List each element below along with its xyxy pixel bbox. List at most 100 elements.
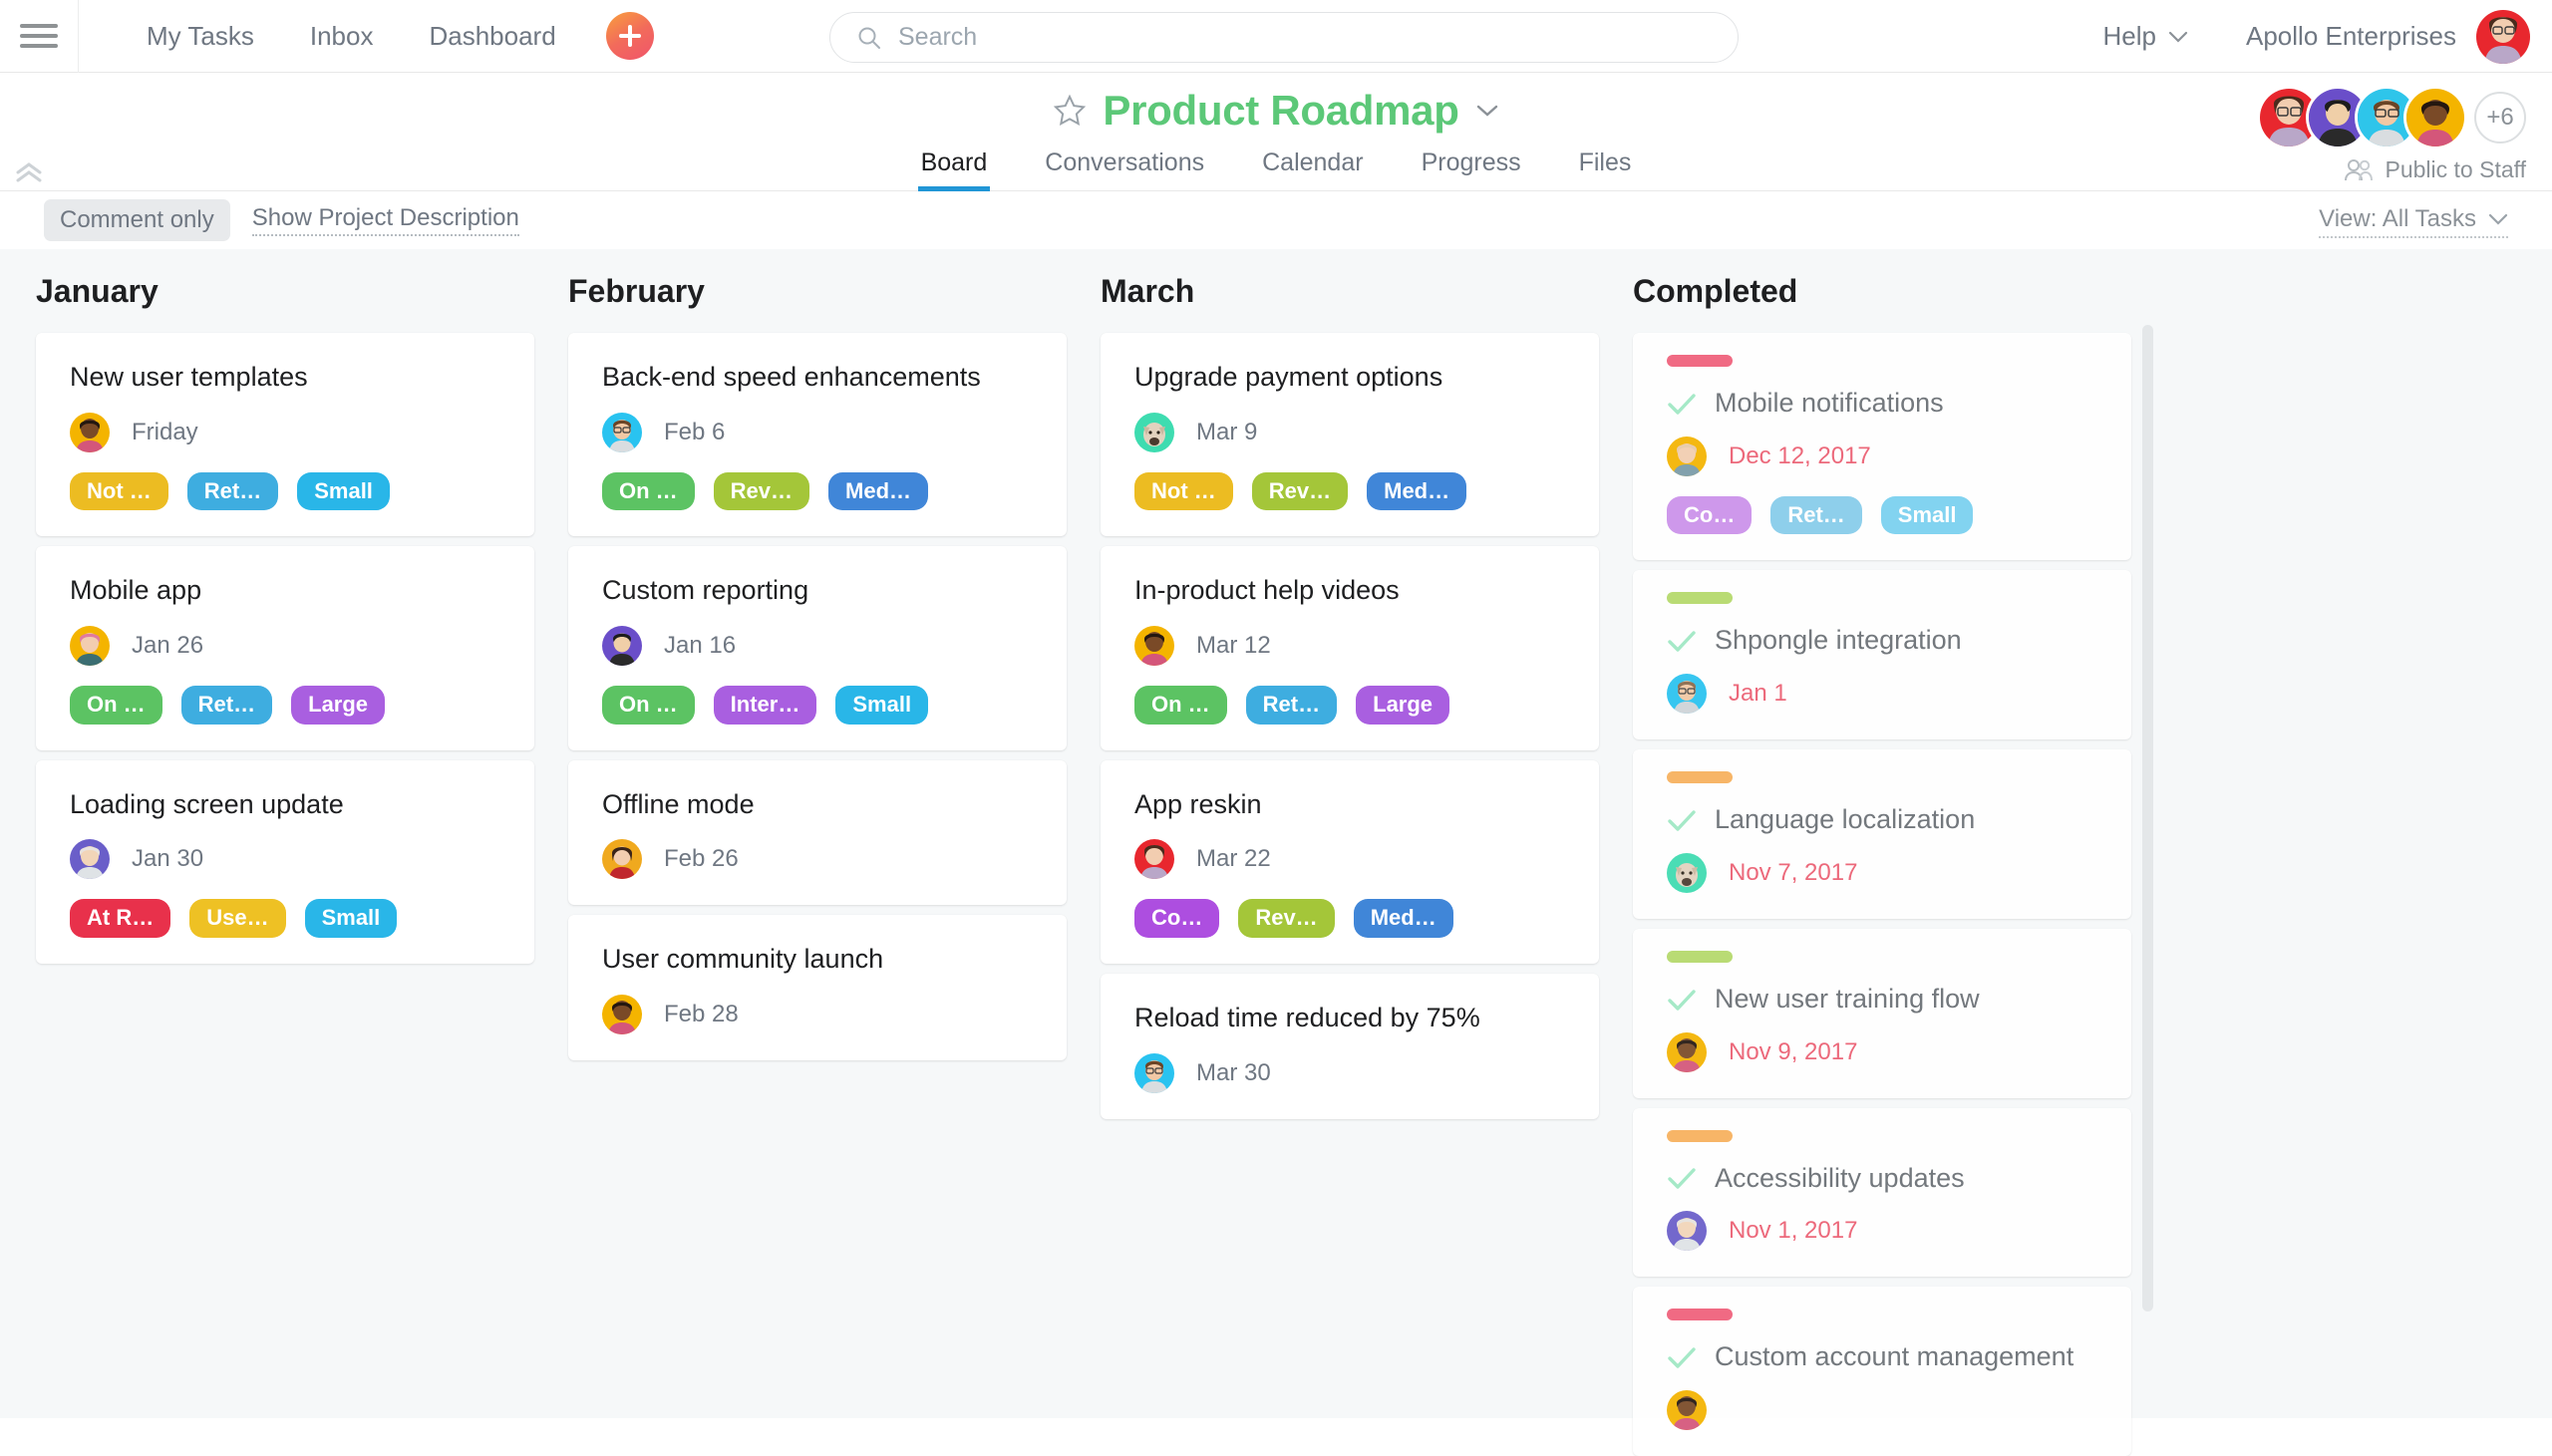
check-icon[interactable] (1667, 629, 1697, 653)
task-due-date: Jan 30 (132, 845, 203, 873)
show-project-description-link[interactable]: Show Project Description (252, 204, 519, 236)
members-overflow-badge[interactable]: +6 (2474, 92, 2526, 144)
task-tag[interactable]: Small (835, 686, 928, 725)
task-card[interactable]: In-product help videos Mar 12 On … Ret… … (1101, 546, 1599, 749)
task-tag[interactable]: Ret… (181, 686, 272, 725)
task-card[interactable]: Custom reporting Jan 16 On … Inter… Smal… (568, 546, 1067, 749)
task-card[interactable]: Custom account management (1633, 1287, 2131, 1456)
task-tag[interactable]: Small (297, 472, 390, 511)
tab-progress[interactable]: Progress (1393, 148, 1550, 191)
task-meta (1667, 1390, 2097, 1430)
task-tag[interactable]: On … (602, 686, 695, 725)
tab-calendar[interactable]: Calendar (1233, 148, 1392, 191)
task-card[interactable]: Reload time reduced by 75% Mar 30 (1101, 974, 1599, 1119)
avatar[interactable] (70, 626, 110, 666)
task-tag[interactable]: Use… (189, 899, 285, 938)
task-card[interactable]: Offline mode Feb 26 (568, 760, 1067, 906)
task-tag[interactable]: On … (70, 686, 162, 725)
task-tag[interactable]: At R… (70, 899, 170, 938)
avatar[interactable] (1134, 626, 1174, 666)
task-card[interactable]: Upgrade payment options Mar 9 Not … Rev…… (1101, 333, 1599, 536)
task-meta: Mar 9 (1134, 413, 1565, 452)
avatar[interactable] (602, 626, 642, 666)
task-tag[interactable]: Co… (1667, 496, 1752, 535)
avatar[interactable] (1667, 1211, 1707, 1251)
avatar[interactable] (1667, 853, 1707, 893)
task-tag[interactable]: Med… (828, 472, 928, 511)
nav-item-dashboard[interactable]: Dashboard (401, 21, 583, 52)
view-selector[interactable]: View: All Tasks (2319, 205, 2508, 238)
task-tag[interactable]: Rev… (1238, 899, 1334, 938)
check-icon[interactable] (1667, 392, 1697, 416)
task-tag[interactable]: Rev… (714, 472, 809, 511)
task-tag[interactable]: Ret… (1770, 496, 1861, 535)
check-icon[interactable] (1667, 808, 1697, 832)
task-tag[interactable]: Not … (1134, 472, 1233, 511)
task-tag[interactable]: Ret… (1246, 686, 1337, 725)
task-card[interactable]: Shpongle integration Jan 1 (1633, 570, 2131, 739)
task-card[interactable]: New user templates Friday Not … Ret… Sma… (36, 333, 534, 536)
avatar[interactable] (1667, 674, 1707, 714)
task-tag[interactable]: Med… (1367, 472, 1466, 511)
nav-item-inbox[interactable]: Inbox (282, 21, 402, 52)
plus-icon[interactable] (606, 12, 654, 60)
task-card[interactable]: Mobile app Jan 26 On … Ret… Large (36, 546, 534, 749)
avatar[interactable] (1134, 1053, 1174, 1093)
task-tag[interactable]: Large (1356, 686, 1449, 725)
task-tag[interactable]: Ret… (187, 472, 278, 511)
avatar[interactable] (2476, 10, 2530, 64)
organization-name[interactable]: Apollo Enterprises (2246, 21, 2456, 52)
task-tag[interactable]: On … (602, 472, 695, 511)
chevron-down-icon[interactable] (1475, 104, 1499, 118)
task-card[interactable]: Loading screen update Jan 30 At R… Use… … (36, 760, 534, 964)
check-icon[interactable] (1667, 1166, 1697, 1190)
tab-files[interactable]: Files (1550, 148, 1661, 191)
task-card[interactable]: Accessibility updates Nov 1, 2017 (1633, 1108, 2131, 1278)
task-title-row: Accessibility updates (1667, 1162, 2097, 1196)
double-chevron-up-icon[interactable] (14, 161, 44, 183)
task-tag[interactable]: Inter… (714, 686, 817, 725)
task-tag[interactable]: Co… (1134, 899, 1219, 938)
task-tag[interactable]: On … (1134, 686, 1227, 725)
task-card[interactable]: Language localization Nov 7, 2017 (1633, 749, 2131, 919)
task-due-date: Feb 28 (664, 1001, 739, 1028)
search-input[interactable]: Search (829, 12, 1739, 63)
hamburger-icon[interactable] (20, 22, 58, 50)
nav-item-my-tasks[interactable]: My Tasks (119, 21, 282, 52)
task-card[interactable]: User community launch Feb 28 (568, 915, 1067, 1060)
avatar[interactable] (2406, 89, 2464, 146)
task-tag[interactable]: Rev… (1252, 472, 1348, 511)
avatar[interactable] (70, 413, 110, 452)
completed-column-scrollbar[interactable] (2142, 325, 2153, 1311)
task-tag[interactable]: Small (305, 899, 398, 938)
check-icon[interactable] (1667, 988, 1697, 1012)
task-tag[interactable]: Small (1881, 496, 1974, 535)
tab-board[interactable]: Board (892, 148, 1017, 191)
task-card[interactable]: New user training flow Nov 9, 2017 (1633, 929, 2131, 1098)
avatar[interactable] (1667, 1032, 1707, 1072)
avatar[interactable] (1667, 437, 1707, 476)
star-outline-icon[interactable] (1053, 94, 1087, 128)
avatar[interactable] (602, 839, 642, 879)
task-tag[interactable]: Not … (70, 472, 168, 511)
avatar[interactable] (70, 839, 110, 879)
check-icon[interactable] (1667, 1345, 1697, 1369)
tab-conversations[interactable]: Conversations (1016, 148, 1233, 191)
task-title: Custom account management (1715, 1340, 2074, 1374)
status-badge[interactable]: Comment only (44, 199, 230, 241)
task-card[interactable]: Back-end speed enhancements Feb 6 On … R… (568, 333, 1067, 536)
task-tag[interactable]: Large (291, 686, 385, 725)
project-privacy[interactable]: Public to Staff (2344, 156, 2527, 183)
avatar[interactable] (602, 995, 642, 1034)
task-card[interactable]: Mobile notifications Dec 12, 2017 Co… Re… (1633, 333, 2131, 560)
avatar[interactable] (602, 413, 642, 452)
task-tag[interactable]: Med… (1354, 899, 1453, 938)
help-menu[interactable]: Help (2103, 21, 2188, 52)
avatar[interactable] (1667, 1390, 1707, 1430)
page-title[interactable]: Product Roadmap (1103, 87, 1458, 135)
avatar[interactable] (1134, 413, 1174, 452)
avatar[interactable] (1134, 839, 1174, 879)
task-due-date: Feb 6 (664, 419, 725, 446)
task-card[interactable]: App reskin Mar 22 Co… Rev… Med… (1101, 760, 1599, 964)
column-title: January (36, 273, 534, 310)
